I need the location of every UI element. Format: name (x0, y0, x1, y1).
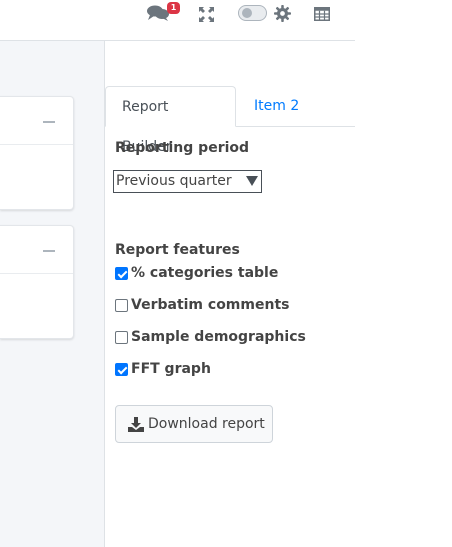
download-label: Download report (148, 416, 265, 432)
select-value: Previous quarter (116, 173, 232, 189)
tab-item-2[interactable]: Item 2 (238, 86, 315, 127)
checkbox-label: FFT graph (131, 361, 211, 377)
checkbox-sample-demographics[interactable] (115, 330, 128, 344)
checkbox-categories-table[interactable] (115, 266, 128, 280)
download-report-button[interactable]: Download report (115, 405, 273, 443)
checkbox-fft-graph[interactable] (115, 362, 128, 376)
reporting-period-label: Reporting period (115, 140, 250, 156)
feature-option[interactable]: Sample demographics (115, 328, 306, 346)
checkbox-label: Verbatim comments (131, 297, 290, 313)
download-icon (128, 416, 144, 432)
gear-icon[interactable] (274, 4, 291, 22)
checkbox-label: Sample demographics (131, 329, 306, 345)
dark-mode-toggle[interactable] (238, 5, 267, 21)
tab-bar: Report Builder Item 2 (105, 86, 355, 155)
dropdown-arrow-icon (246, 176, 258, 186)
tab-report-builder[interactable]: Report Builder (105, 86, 236, 155)
card-header (0, 226, 73, 274)
report-features-label: Report features (115, 242, 240, 258)
checkbox-verbatim-comments[interactable] (115, 298, 128, 312)
top-navbar: 1 (0, 0, 355, 41)
feature-option[interactable]: Verbatim comments (115, 296, 289, 314)
card-header (0, 97, 73, 145)
reporting-period-select[interactable]: Previous quarter (113, 170, 262, 193)
box-card-2 (0, 225, 74, 339)
checkbox-label: % categories table (131, 265, 279, 281)
collapse-minus-icon[interactable] (43, 250, 55, 252)
collapse-minus-icon[interactable] (43, 121, 55, 123)
feature-option[interactable]: % categories table (115, 264, 278, 282)
table-icon[interactable] (314, 5, 330, 23)
box-card-1 (0, 96, 74, 210)
toggle-knob (242, 8, 252, 18)
feature-option[interactable]: FFT graph (115, 360, 211, 378)
fullscreen-icon[interactable] (199, 5, 214, 23)
notification-badge: 1 (167, 2, 180, 14)
